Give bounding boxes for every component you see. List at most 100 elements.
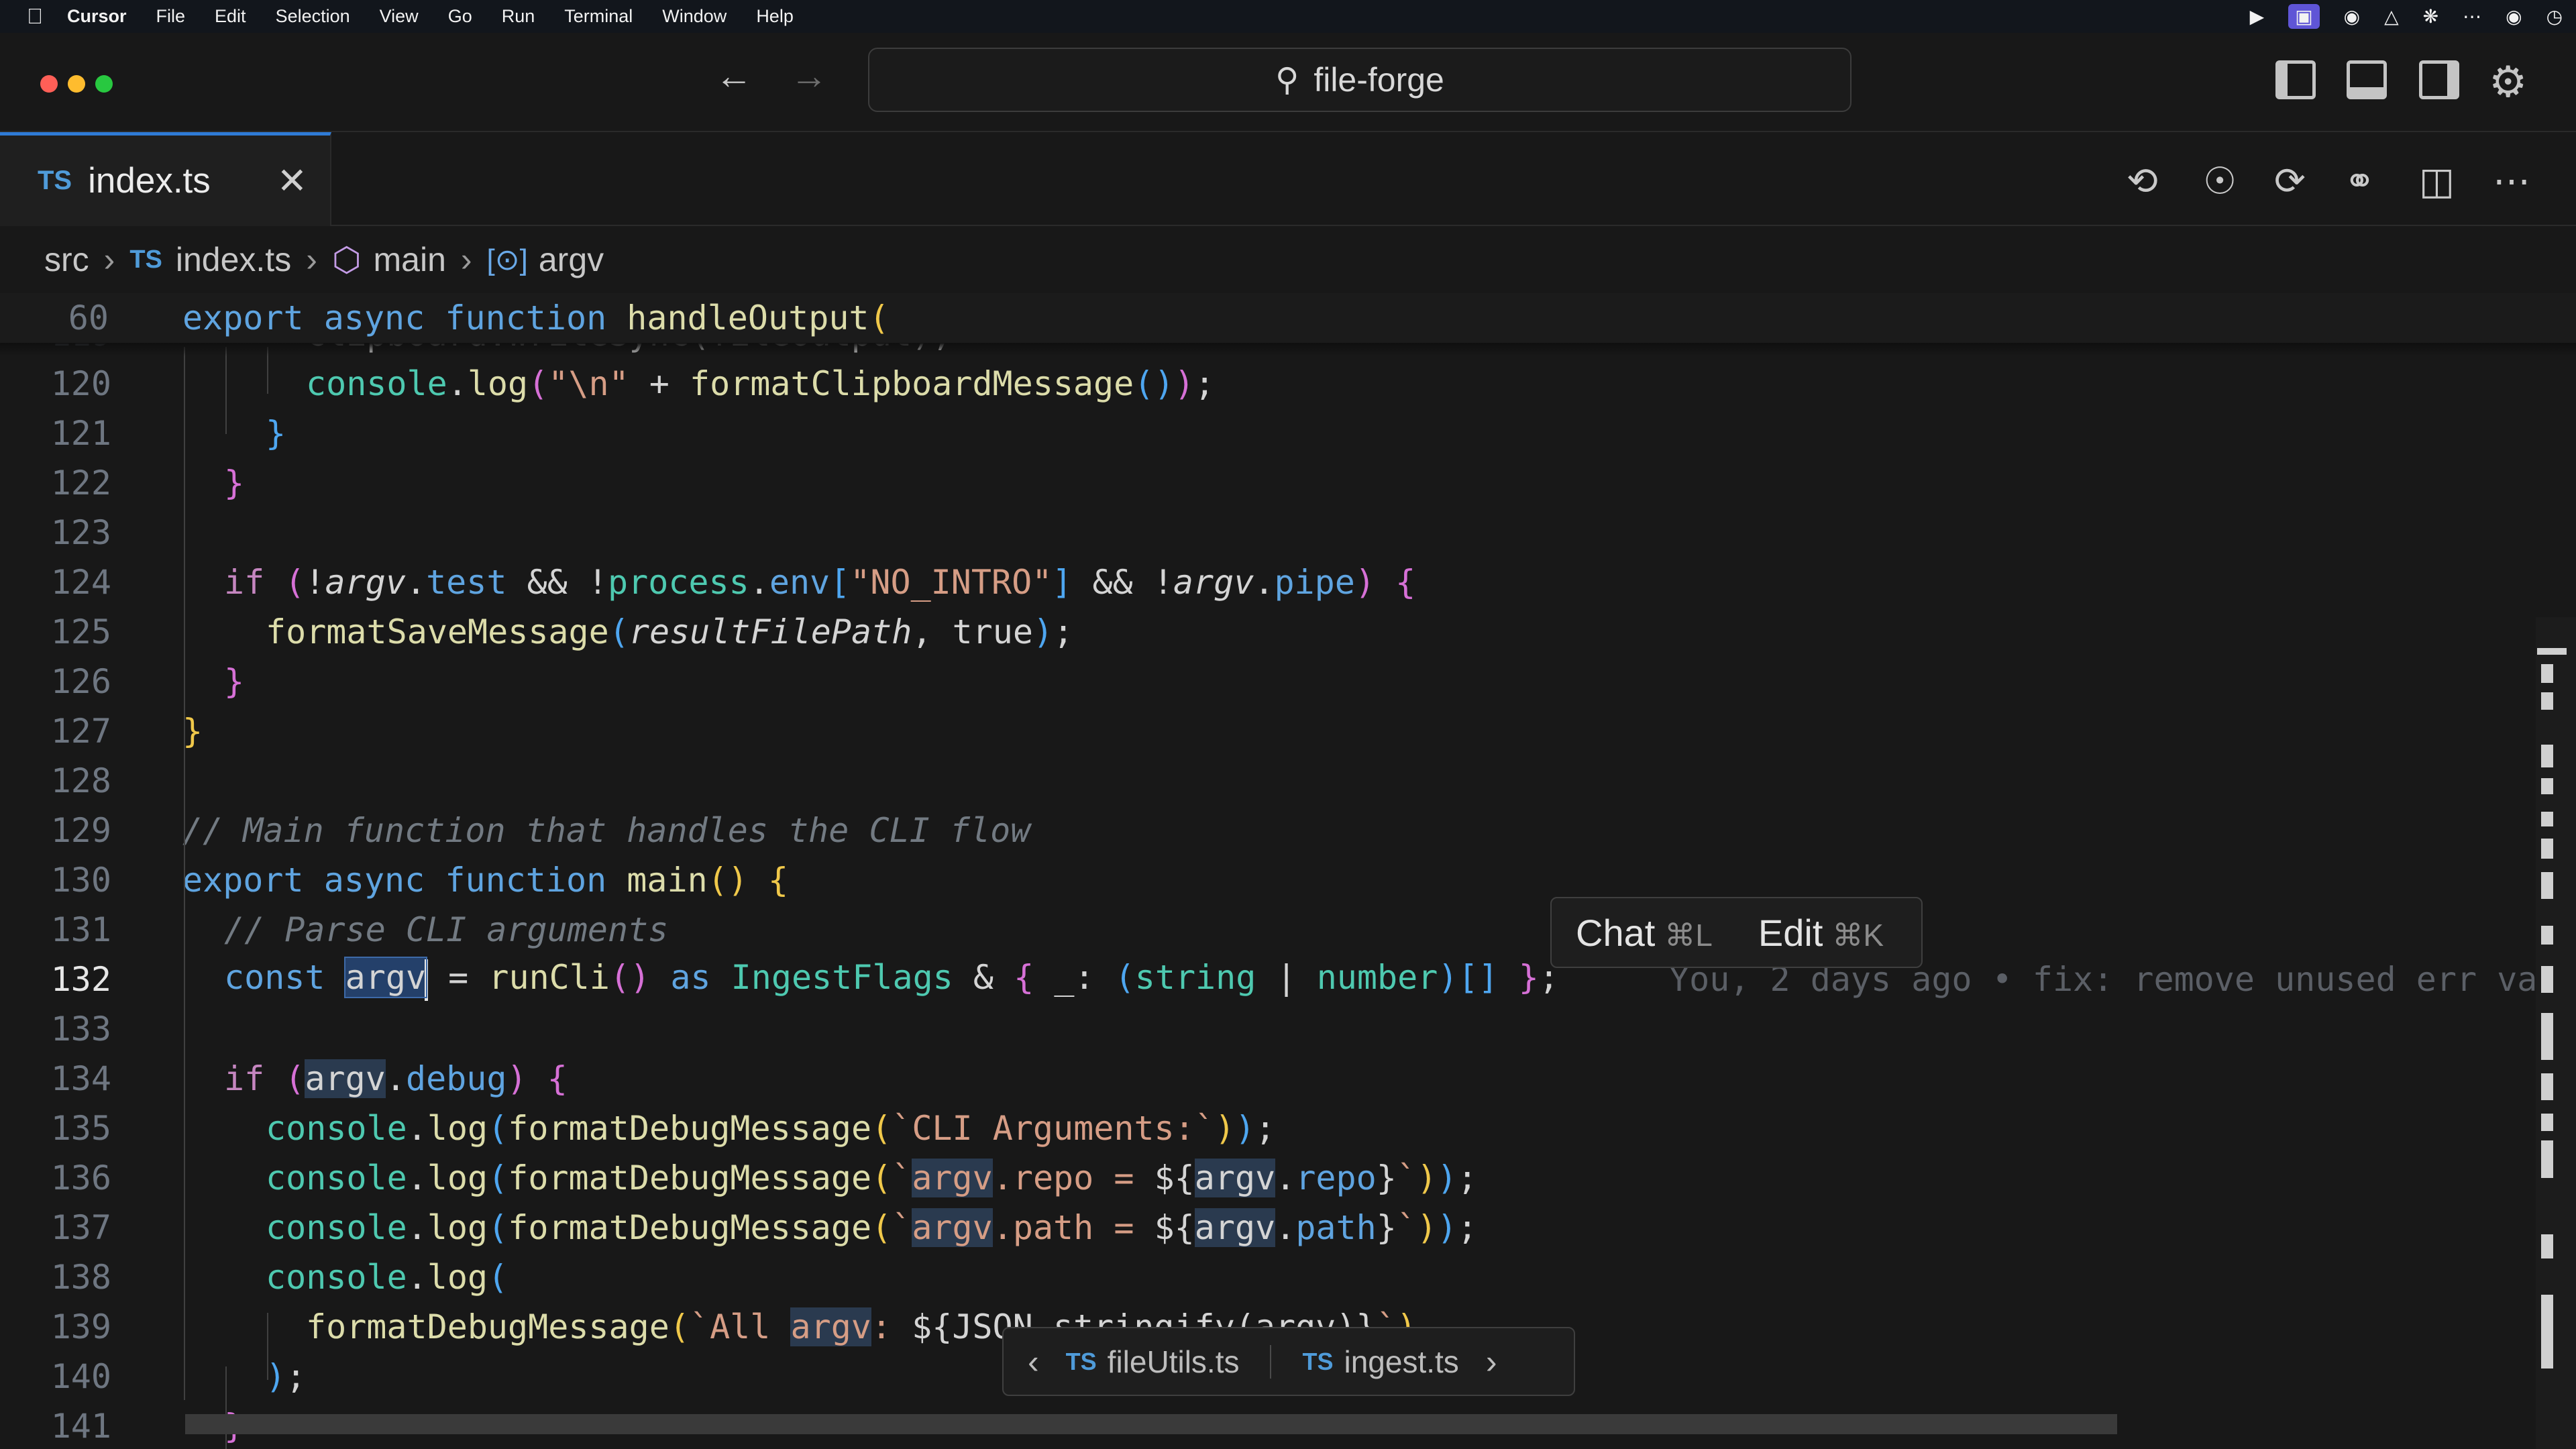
more-actions-icon[interactable]: ⋯ [2493,159,2530,203]
camera-icon[interactable]: ◉ [2344,5,2360,28]
line-number: 122 [50,464,111,502]
line-number: 137 [50,1208,111,1247]
git-compare-icon[interactable]: ⚭ [2344,159,2375,203]
go-forward-timeline-icon[interactable]: ⟳ [2274,159,2306,203]
menu-app-name[interactable]: Cursor [67,6,127,27]
toggle-panel-icon[interactable] [2347,60,2387,99]
menu-view[interactable]: View [380,6,419,27]
clock-icon[interactable]: ◷ [2546,5,2563,28]
close-window-button[interactable] [40,75,58,93]
command-search-box[interactable]: ⚲ file-forge [868,48,1851,112]
code-line[interactable]: 124 if (!argv.test && !process.env["NO_I… [0,557,2576,607]
go-back-timeline-icon[interactable]: ⟲ [2127,159,2158,203]
next-file-link[interactable]: ingest.ts [1344,1344,1459,1380]
close-tab-icon[interactable]: ✕ [277,160,307,202]
breadcrumb: src › TS index.ts › ⬡ main › [⊙] argv [0,226,2576,293]
apple-icon[interactable]:  [27,4,67,29]
minimap-marker [2541,812,2553,826]
minimap-marker [2541,745,2553,767]
tab-index-ts[interactable]: TS index.ts ✕ [0,132,331,226]
split-editor-icon[interactable]: ◫ [2419,159,2455,203]
prev-file-link[interactable]: fileUtils.ts [1108,1344,1240,1380]
minimap-marker [2541,839,2553,859]
minimap-marker [2541,1295,2553,1368]
code-line[interactable]: 134 if (argv.debug) { [0,1054,2576,1104]
line-number: 123 [50,513,111,552]
code-line[interactable]: 122 } [0,458,2576,508]
triangle-icon[interactable]: △ [2384,5,2399,28]
chevron-left-icon[interactable]: ‹ [1028,1342,1039,1381]
minimize-window-button[interactable] [68,75,85,93]
back-arrow-icon[interactable]: ← [715,57,753,95]
toggle-secondary-sidebar-icon[interactable] [2419,60,2459,99]
code-line[interactable]: 121 } [0,409,2576,458]
line-number: 138 [50,1258,111,1297]
code-line[interactable]: 133 [0,1004,2576,1054]
menu-go[interactable]: Go [448,6,472,27]
code-line[interactable]: 127 } [0,706,2576,756]
chat-button[interactable]: Chat ⌘L [1576,911,1713,955]
minimap-marker [2541,692,2553,710]
text-cursor [425,959,429,1001]
typescript-icon: TS [129,245,162,274]
menu-help[interactable]: Help [756,6,794,27]
control-center-icon[interactable]: ◉ [2506,5,2522,28]
breadcrumb-variable[interactable]: argv [539,240,604,279]
function-cube-icon: ⬡ [331,241,362,278]
timeline-commit-icon[interactable]: ☉ [2203,159,2237,203]
breadcrumb-folder[interactable]: src [44,240,89,279]
minimap-marker [2541,926,2553,945]
minimap-marker [2541,664,2553,683]
forward-arrow-icon[interactable]: → [790,57,828,95]
gear-small-icon[interactable]: ❋ [2423,5,2438,28]
inline-ai-popup: Chat ⌘L Edit ⌘K [1550,897,1923,968]
line-number: 120 [50,364,111,403]
menu-file[interactable]: File [156,6,186,27]
code-line[interactable]: 125 formatSaveMessage(resultFilePath, tr… [0,607,2576,657]
code-line[interactable]: 128 [0,756,2576,806]
variable-icon: [⊙] [486,243,528,276]
typescript-icon: TS [38,166,72,195]
menu-selection[interactable]: Selection [276,6,350,27]
line-number: 140 [50,1357,111,1396]
code-line[interactable]: 126 } [0,657,2576,706]
code-line[interactable]: 135 console.log(formatDebugMessage(`CLI … [0,1104,2576,1153]
menu-edit[interactable]: Edit [215,6,246,27]
code-line[interactable]: 120 console.log("\n" + formatClipboardMe… [0,359,2576,409]
minimap-marker [2541,1073,2553,1100]
line-number: 136 [50,1159,111,1197]
typescript-icon: TS [1065,1347,1097,1375]
more-icon[interactable]: ⋯ [2463,5,2481,28]
chevron-right-icon[interactable]: › [1486,1342,1497,1381]
breadcrumb-file[interactable]: index.ts [176,240,291,279]
chevron-right-icon: › [460,241,472,278]
editor-tab-bar: TS index.ts ✕ ⟲ ☉ ⟳ ⚭ ◫ ⋯ [0,132,2576,226]
search-icon: ⚲ [1275,62,1299,98]
code-line[interactable]: 131 // Parse CLI arguments [0,905,2576,955]
menu-window[interactable]: Window [662,6,727,27]
code-line[interactable]: 137 console.log(formatDebugMessage(`argv… [0,1203,2576,1252]
zoom-window-button[interactable] [95,75,113,93]
code-line[interactable]: 129 // Main function that handles the CL… [0,806,2576,855]
divider [1270,1344,1272,1379]
menu-run[interactable]: Run [502,6,535,27]
settings-gear-icon[interactable]: ⚙ [2489,57,2527,107]
code-line[interactable]: 138 console.log( [0,1252,2576,1302]
line-number: 131 [50,910,111,949]
sticky-scroll-line[interactable]: 60 export async function handleOutput( [0,293,2576,343]
screen-share-icon[interactable]: ▣ [2288,4,2320,29]
code-editor[interactable]: 60 export async function handleOutput( 1… [0,293,2576,1449]
scroll-position-marker [2537,648,2567,655]
code-line[interactable]: 136 console.log(formatDebugMessage(`argv… [0,1153,2576,1203]
code-line[interactable]: 130 export async function main() { [0,855,2576,905]
toggle-primary-sidebar-icon[interactable] [2275,60,2316,99]
edit-button[interactable]: Edit ⌘K [1758,911,1884,955]
code-line-current[interactable]: 132 const argv = runCli() as IngestFlags… [0,955,2576,1004]
indent-guide [225,1366,227,1449]
tab-label: index.ts [88,161,211,201]
menu-terminal[interactable]: Terminal [564,6,633,27]
horizontal-scrollbar[interactable] [185,1414,2117,1434]
play-icon[interactable]: ▶ [2250,5,2265,28]
breadcrumb-function[interactable]: main [374,240,446,279]
code-line[interactable]: 123 [0,508,2576,557]
